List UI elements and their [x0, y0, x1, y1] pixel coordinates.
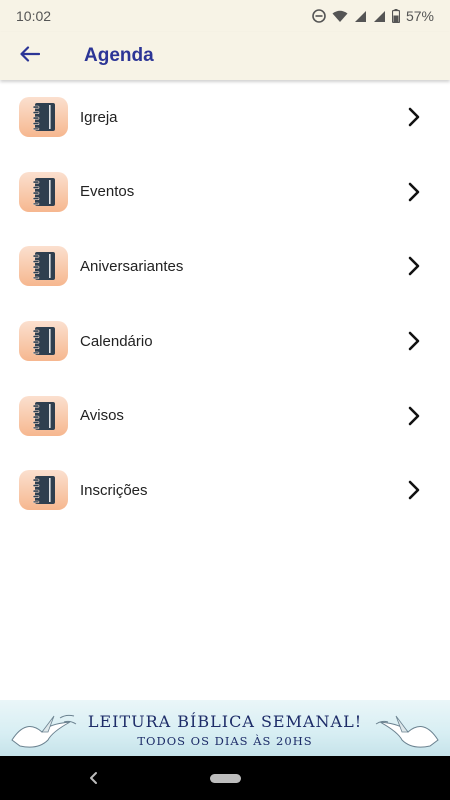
list-item-label: Igreja — [80, 108, 118, 126]
battery-icon — [391, 9, 400, 23]
list-item[interactable]: Avisos — [0, 378, 450, 453]
chevron-right-icon — [394, 480, 434, 500]
chevron-right-icon — [394, 331, 434, 351]
banner-subtitle: TODOS OS DIAS ÀS 20HS — [137, 734, 313, 748]
list-item-label: Eventos — [80, 183, 135, 201]
status-icons: 57% — [312, 8, 434, 24]
arrow-left-icon — [20, 45, 41, 67]
chevron-right-icon — [394, 256, 434, 276]
notebook-icon — [19, 395, 68, 436]
app-bar: Agenda — [0, 32, 450, 80]
list-item[interactable]: Eventos — [0, 155, 450, 230]
chevron-right-icon — [394, 107, 434, 127]
wifi-icon — [332, 10, 348, 23]
battery-percentage: 57% — [405, 8, 434, 24]
nav-home-pill[interactable] — [210, 774, 241, 783]
list-item-label: Inscrições — [80, 481, 148, 499]
do-not-disturb-icon — [312, 9, 326, 23]
list-item[interactable]: Aniversariantes — [0, 229, 450, 304]
agenda-list: Igreja Eventos Aniversariantes Calendário Av… — [0, 80, 450, 528]
chevron-right-icon — [394, 406, 434, 426]
list-item-label: Aniversariantes — [80, 257, 184, 275]
list-item-label: Avisos — [80, 407, 124, 425]
signal-icon — [354, 10, 367, 23]
status-time: 10:02 — [16, 8, 52, 24]
promo-banner[interactable]: LEITURA BÍBLICA SEMANAL! TODOS OS DIAS À… — [0, 700, 450, 756]
list-item-label: Calendário — [80, 332, 153, 350]
nav-back-icon[interactable] — [84, 768, 104, 788]
notebook-icon — [19, 321, 68, 362]
signal-icon — [373, 10, 386, 23]
list-item[interactable]: Calendário — [0, 304, 450, 379]
page-title: Agenda — [84, 45, 154, 66]
status-bar: 10:02 57% — [0, 0, 450, 32]
system-nav-bar — [0, 756, 450, 800]
back-button[interactable] — [0, 32, 60, 80]
list-item[interactable]: Igreja — [0, 80, 450, 155]
notebook-icon — [19, 171, 68, 212]
notebook-icon — [19, 470, 68, 511]
chevron-right-icon — [394, 182, 434, 202]
banner-headline: LEITURA BÍBLICA SEMANAL! — [87, 712, 363, 731]
list-item[interactable]: Inscrições — [0, 453, 450, 528]
notebook-icon — [19, 246, 68, 287]
notebook-icon — [19, 97, 68, 138]
